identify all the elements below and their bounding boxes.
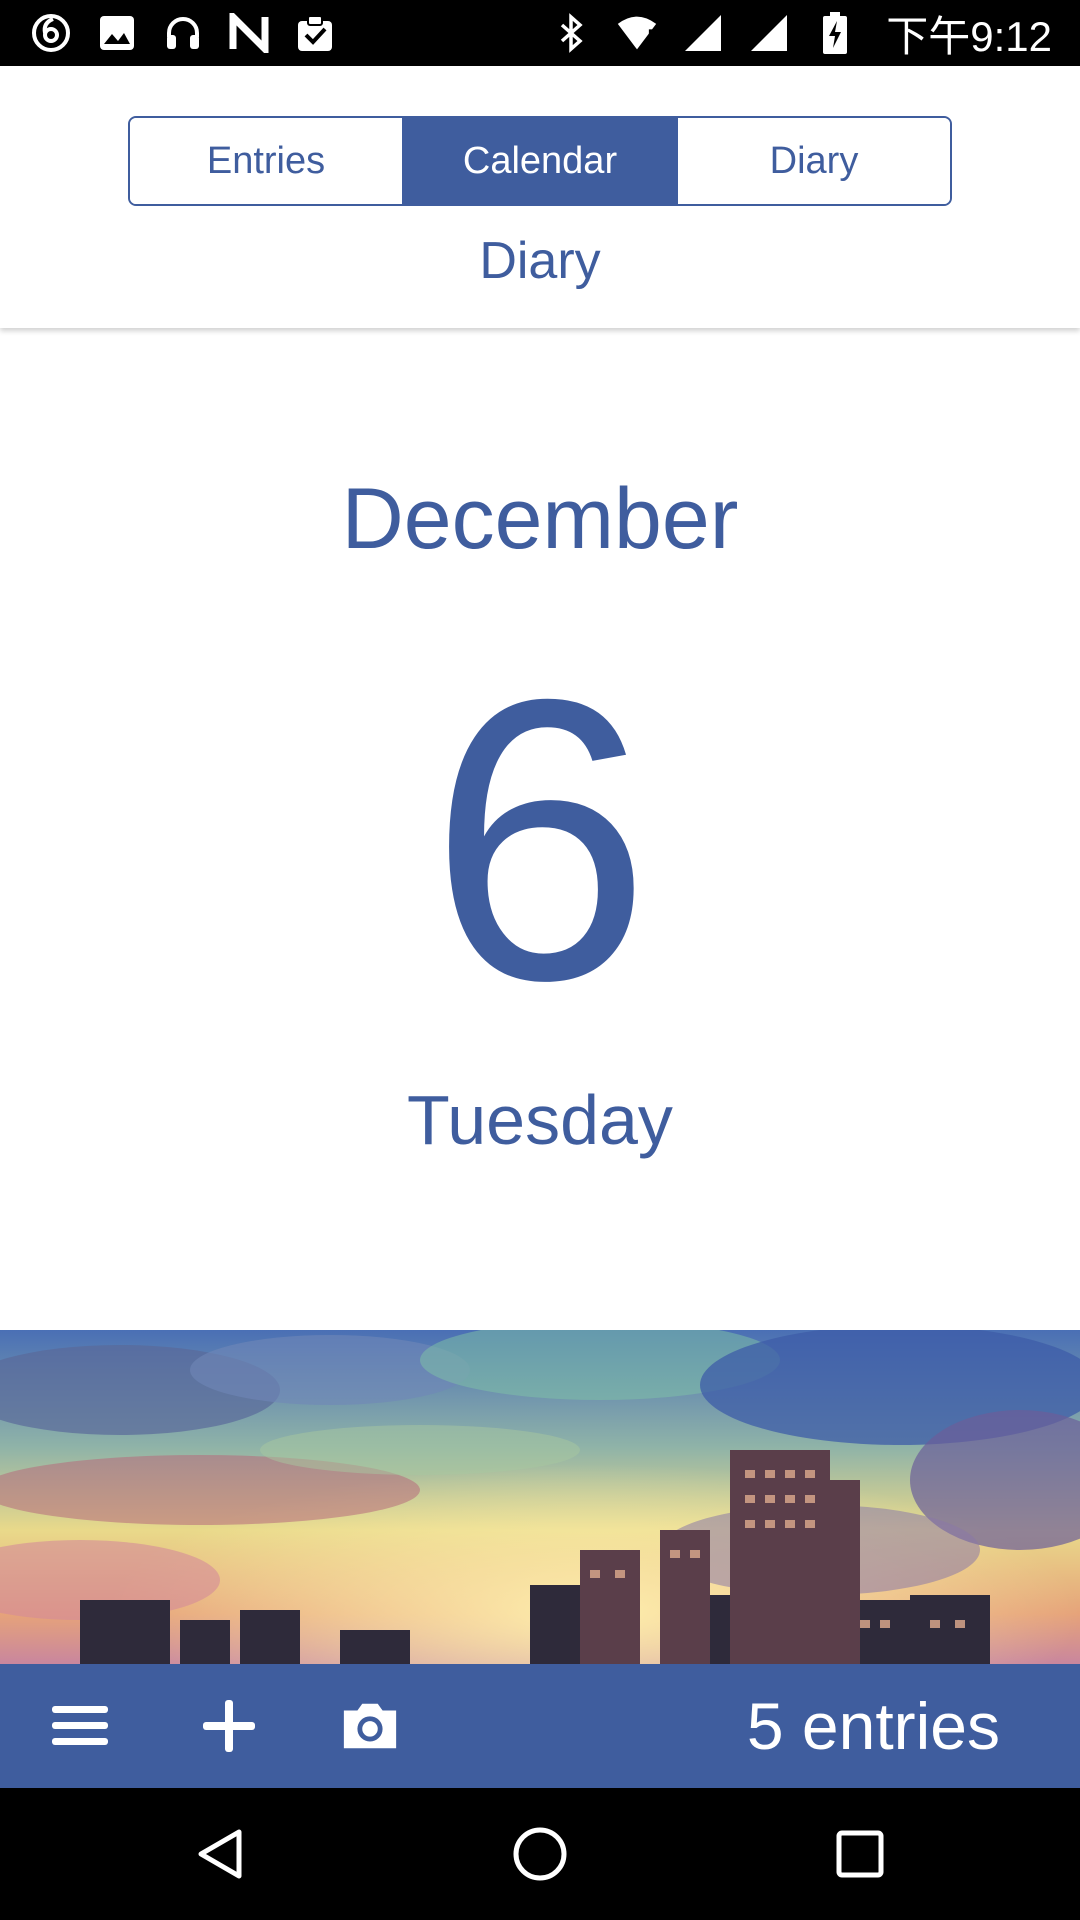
camera-icon[interactable] xyxy=(340,1696,400,1756)
month-label: December xyxy=(341,471,739,567)
signal-icon xyxy=(748,12,790,54)
screen: 下午9:12 Entries Calendar Diary Diary Dece… xyxy=(0,0,1080,1920)
status-time: 下午9:12 xyxy=(886,12,1052,60)
clipboard-check-icon xyxy=(294,12,336,54)
image-icon xyxy=(96,12,138,54)
status-right-icons: 下午9:12 xyxy=(550,3,1052,64)
bottom-toolbar: 5 entries xyxy=(0,1664,1080,1788)
status-left-icons xyxy=(30,12,336,54)
home-icon[interactable] xyxy=(510,1824,570,1884)
netease-music-icon xyxy=(30,12,72,54)
header: Entries Calendar Diary Diary xyxy=(0,66,1080,328)
menu-icon[interactable] xyxy=(50,1696,110,1756)
view-switcher: Entries Calendar Diary xyxy=(128,116,952,206)
bluetooth-icon xyxy=(550,12,592,54)
headset-icon xyxy=(162,12,204,54)
n-app-icon xyxy=(228,12,270,54)
signal-icon xyxy=(682,12,724,54)
navigation-bar xyxy=(0,1788,1080,1920)
sky-cityscape-banner xyxy=(0,1330,1080,1664)
wifi-alert-icon xyxy=(616,12,658,54)
back-icon[interactable] xyxy=(190,1824,250,1884)
tab-entries[interactable]: Entries xyxy=(130,118,404,204)
page-title: Diary xyxy=(479,232,601,290)
tab-calendar[interactable]: Calendar xyxy=(404,118,678,204)
add-icon[interactable] xyxy=(199,1696,259,1756)
tab-diary[interactable]: Diary xyxy=(678,118,950,204)
recents-icon[interactable] xyxy=(830,1824,890,1884)
battery-charging-icon xyxy=(814,12,856,54)
day-number[interactable]: 6 xyxy=(0,640,1080,1040)
entries-count: 5 entries xyxy=(746,1689,1000,1763)
weekday-label: Tuesday xyxy=(407,1081,673,1159)
status-bar: 下午9:12 xyxy=(0,0,1080,66)
